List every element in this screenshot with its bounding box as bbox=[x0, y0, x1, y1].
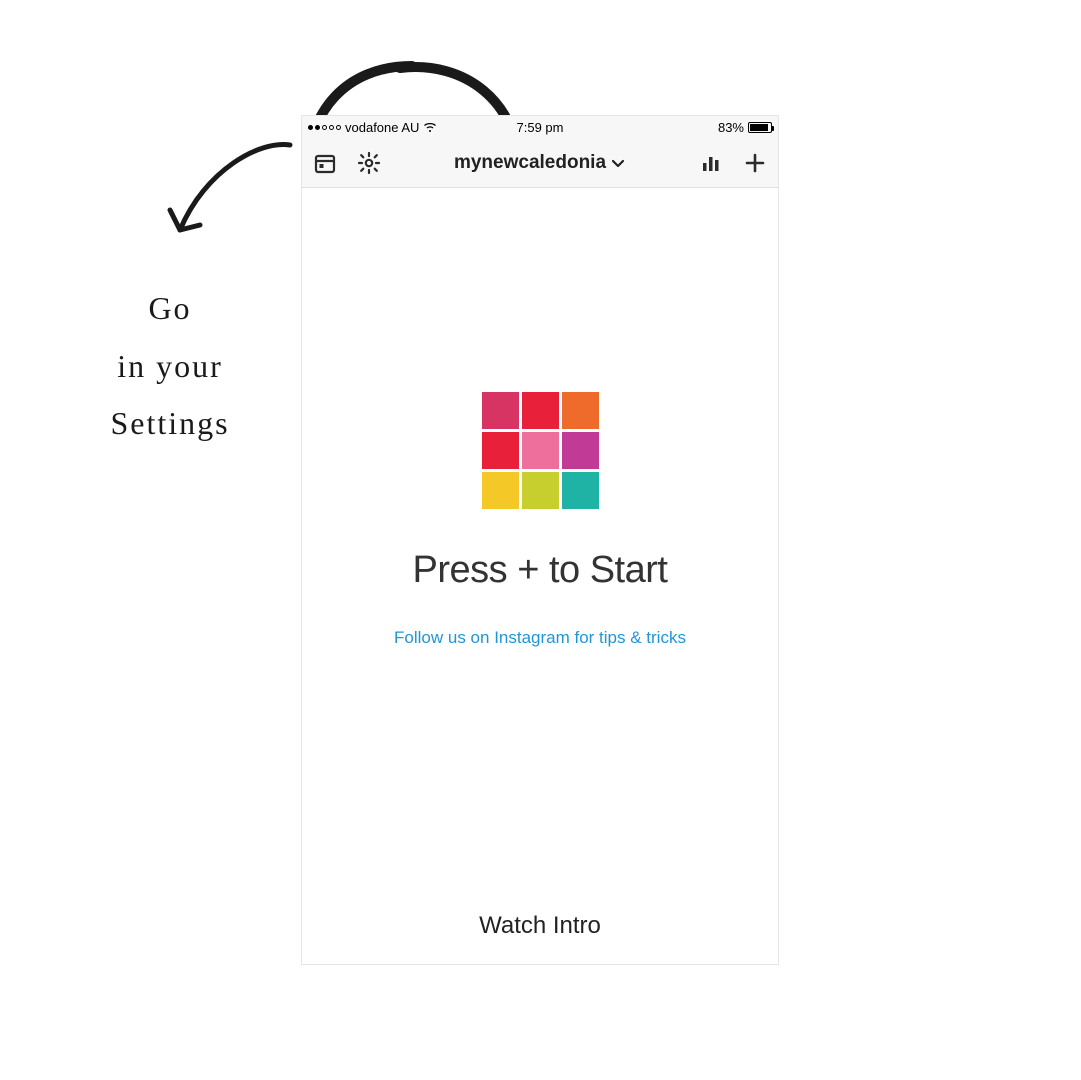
account-switcher[interactable]: mynewcaledonia bbox=[400, 152, 680, 174]
follow-link[interactable]: Follow us on Instagram for tips & tricks bbox=[394, 628, 686, 648]
logo-tile bbox=[562, 392, 599, 429]
signal-dots bbox=[308, 125, 341, 130]
calendar-icon[interactable] bbox=[312, 150, 338, 176]
headline: Press + to Start bbox=[413, 549, 668, 592]
logo-tile bbox=[562, 432, 599, 469]
status-time: 7:59 pm bbox=[517, 120, 564, 135]
annotation-arrow bbox=[150, 130, 310, 290]
phone-screenshot: vodafone AU 7:59 pm 83% mynewcaledonia bbox=[302, 116, 778, 964]
status-right: 83% bbox=[718, 120, 772, 135]
wifi-icon bbox=[423, 122, 437, 132]
logo-tile bbox=[562, 472, 599, 509]
main-content: Press + to Start Follow us on Instagram … bbox=[302, 188, 778, 964]
app-nav-bar: mynewcaledonia bbox=[302, 138, 778, 188]
annotation-line-3: Settings bbox=[60, 395, 280, 453]
logo-tile bbox=[482, 472, 519, 509]
app-logo-grid bbox=[482, 392, 599, 509]
status-left: vodafone AU bbox=[308, 120, 437, 135]
logo-tile bbox=[482, 392, 519, 429]
annotation-line-2: in your bbox=[60, 338, 280, 396]
plus-icon[interactable] bbox=[742, 150, 768, 176]
logo-tile bbox=[482, 432, 519, 469]
chevron-down-icon bbox=[610, 155, 626, 171]
battery-icon bbox=[748, 122, 772, 133]
watch-intro-button[interactable]: Watch Intro bbox=[302, 912, 778, 940]
stats-icon[interactable] bbox=[698, 150, 724, 176]
battery-percent: 83% bbox=[718, 120, 744, 135]
logo-tile bbox=[522, 432, 559, 469]
status-bar: vodafone AU 7:59 pm 83% bbox=[302, 116, 778, 138]
gear-icon[interactable] bbox=[356, 150, 382, 176]
account-name: mynewcaledonia bbox=[454, 152, 606, 174]
logo-tile bbox=[522, 472, 559, 509]
carrier-label: vodafone AU bbox=[345, 120, 419, 135]
logo-tile bbox=[522, 392, 559, 429]
annotation-text: Go in your Settings bbox=[60, 280, 280, 453]
